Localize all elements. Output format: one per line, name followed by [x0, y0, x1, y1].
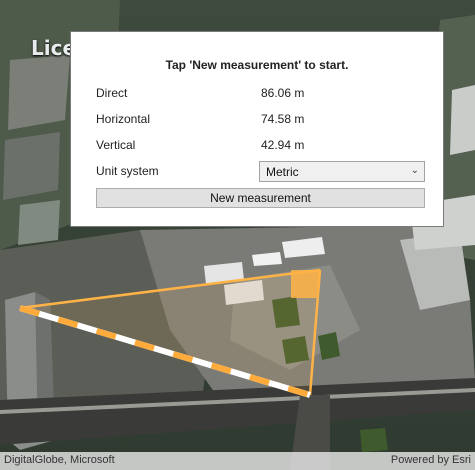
- instruction-text: Tap 'New measurement' to start.: [165, 58, 349, 72]
- direct-value: 86.06 m: [261, 86, 305, 100]
- measurement-panel: Tap 'New measurement' to start. Direct 8…: [70, 31, 444, 227]
- vertical-label: Vertical: [96, 138, 136, 152]
- chevron-down-icon: ⌄: [410, 165, 419, 176]
- horizontal-value: 74.58 m: [261, 112, 305, 126]
- attribution-bar: DigitalGlobe, Microsoft Powered by Esri: [0, 452, 475, 470]
- unit-system-label: Unit system: [96, 164, 159, 178]
- unit-system-value: Metric: [266, 165, 299, 179]
- new-measurement-button[interactable]: New measurement: [96, 188, 425, 208]
- unit-system-select[interactable]: Metric ⌄: [259, 161, 425, 182]
- attribution-left: DigitalGlobe, Microsoft: [4, 454, 115, 466]
- direct-label: Direct: [96, 86, 128, 100]
- horizontal-label: Horizontal: [96, 112, 151, 126]
- vertical-value: 42.94 m: [261, 138, 305, 152]
- attribution-right[interactable]: Powered by Esri: [391, 454, 471, 466]
